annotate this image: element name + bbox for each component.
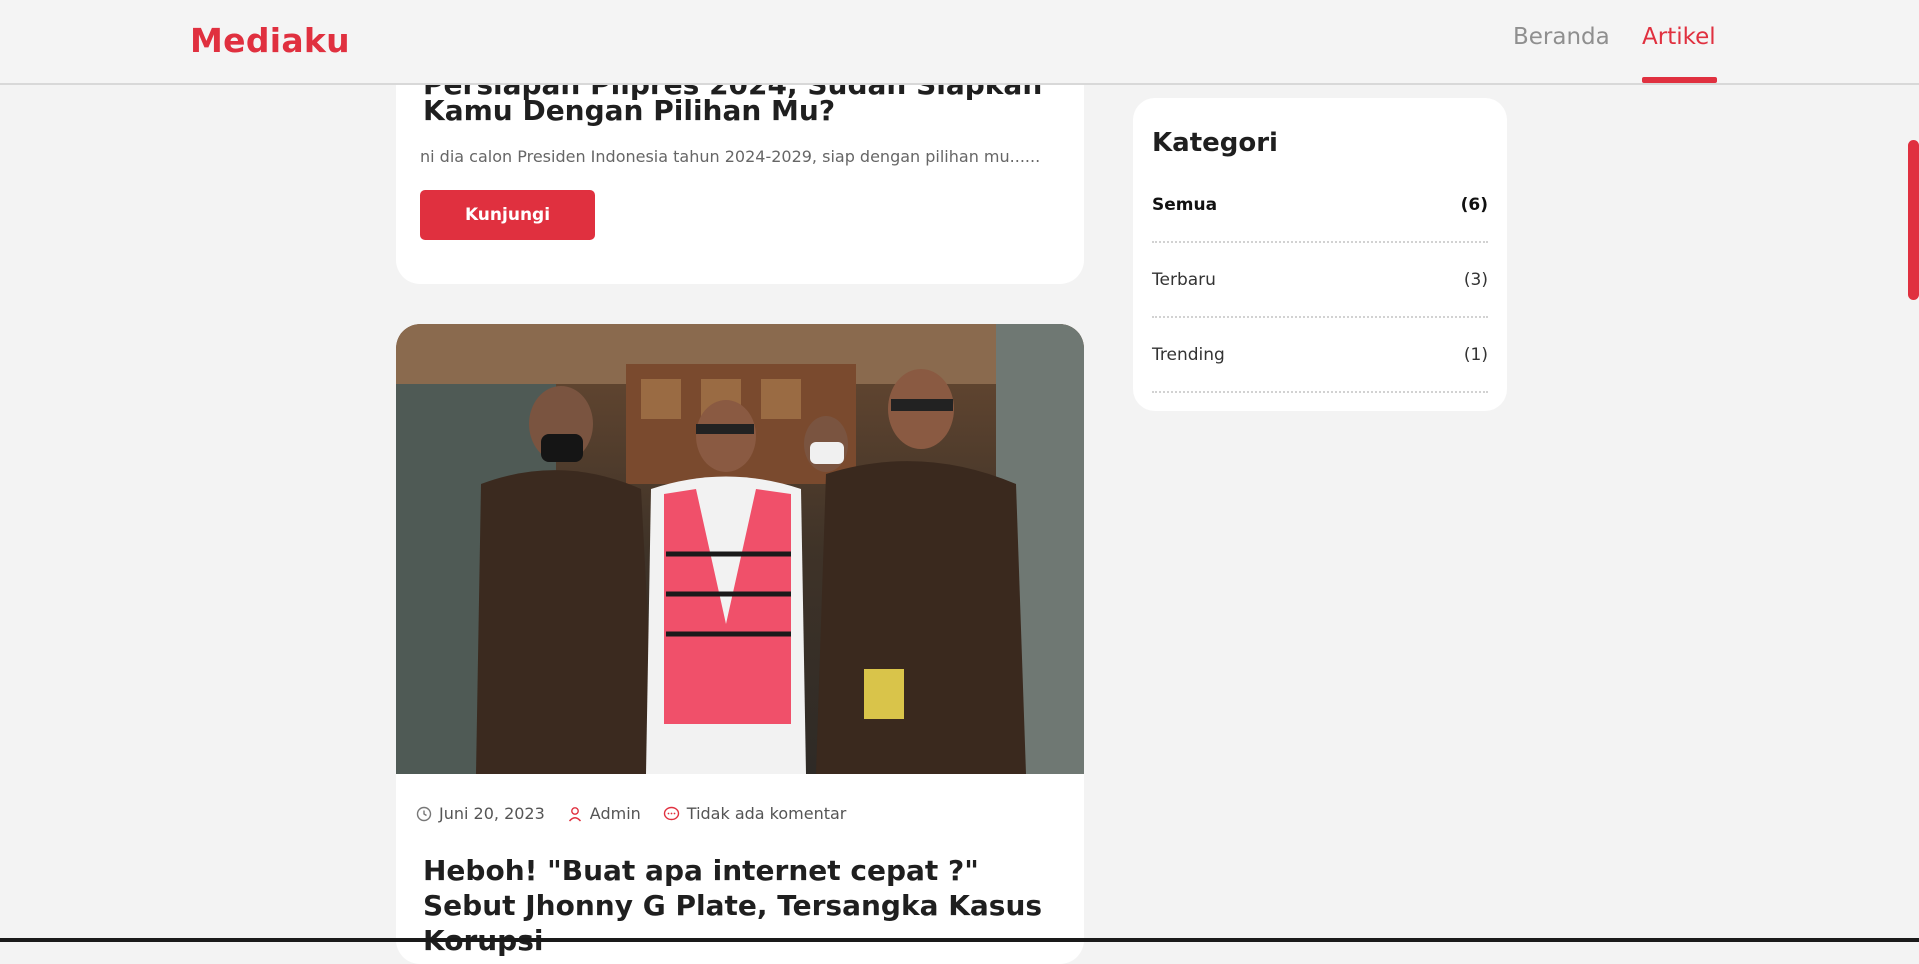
scrollbar-thumb[interactable]: [1908, 140, 1919, 300]
nav-link-beranda[interactable]: Beranda: [1513, 24, 1610, 50]
kunjungi-button[interactable]: Kunjungi: [420, 190, 595, 240]
article-meta: Juni 20, 2023 Admin Tidak ada komentar: [416, 804, 846, 823]
category-label: Semua: [1152, 194, 1218, 215]
active-nav-indicator: [1642, 77, 1717, 83]
category-item-trending[interactable]: Trending (1): [1152, 318, 1488, 393]
comment-icon: [663, 806, 680, 822]
category-item-terbaru[interactable]: Terbaru (3): [1152, 243, 1488, 318]
article-title-line2[interactable]: Kamu Dengan Pilihan Mu?: [423, 94, 835, 127]
category-sidebar: Kategori Semua (6) Terbaru (3) Trending …: [1133, 98, 1507, 411]
meta-comments[interactable]: Tidak ada komentar: [663, 804, 847, 823]
top-navbar: Mediaku Beranda Artikel: [0, 0, 1919, 85]
category-count: (1): [1463, 344, 1488, 365]
meta-date-text: Juni 20, 2023: [439, 804, 545, 823]
article-excerpt: ni dia calon Presiden Indonesia tahun 20…: [420, 147, 1041, 166]
nav-link-artikel[interactable]: Artikel: [1642, 24, 1716, 50]
category-item-semua[interactable]: Semua (6): [1152, 168, 1488, 243]
category-label: Trending: [1152, 344, 1225, 365]
user-icon: [567, 806, 583, 822]
sidebar-heading: Kategori: [1152, 128, 1278, 158]
clock-icon: [416, 806, 432, 822]
category-count: (3): [1463, 269, 1488, 290]
article-image[interactable]: [396, 324, 1084, 774]
window-bottom-edge: [0, 938, 1919, 942]
category-label: Terbaru: [1152, 269, 1216, 290]
meta-author-text[interactable]: Admin: [590, 804, 641, 823]
meta-author[interactable]: Admin: [567, 804, 641, 823]
article-card-jhonny: Juni 20, 2023 Admin Tidak ada komentar H…: [396, 324, 1084, 964]
category-count: (6): [1460, 194, 1488, 215]
brand-logo[interactable]: Mediaku: [190, 21, 350, 60]
meta-comments-text[interactable]: Tidak ada komentar: [687, 804, 847, 823]
article-title[interactable]: Heboh! "Buat apa internet cepat ?" Sebut…: [423, 853, 1063, 958]
meta-date: Juni 20, 2023: [416, 804, 545, 823]
